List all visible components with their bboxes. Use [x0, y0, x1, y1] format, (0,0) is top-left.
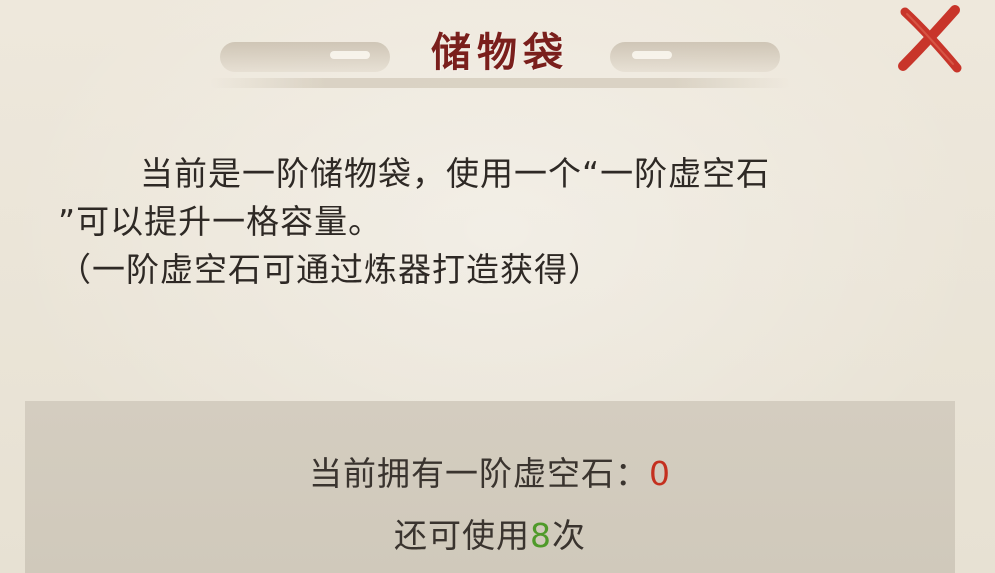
owned-stone-count: 0 [649, 454, 671, 493]
info-box: 当前拥有一阶虚空石：0 还可使用8次 [25, 401, 955, 573]
title-bar: 储物袋 [210, 28, 790, 90]
close-button[interactable] [895, 4, 965, 74]
description-line-1: 当前是一阶储物袋，使用一个“一阶虚空石 [140, 154, 771, 193]
dialog-title: 储物袋 [431, 29, 569, 76]
remaining-uses-line: 还可使用8次 [25, 509, 955, 557]
remaining-uses-prefix: 还可使用 [394, 516, 530, 555]
owned-stone-line: 当前拥有一阶虚空石：0 [25, 447, 955, 495]
remaining-uses-count: 8 [530, 516, 552, 555]
description-line-2: ”可以提升一格容量。 [58, 202, 383, 241]
owned-stone-label: 当前拥有一阶虚空石： [309, 454, 649, 493]
title-underline [210, 78, 790, 88]
description-text: 当前是一阶储物袋，使用一个“一阶虚空石 ”可以提升一格容量。 （一阶虚空石可通过… [58, 150, 938, 294]
close-x-icon [898, 5, 962, 73]
description-line-3: （一阶虚空石可通过炼器打造获得） [58, 250, 602, 289]
storage-bag-dialog: 储物袋 当前是一阶储物袋，使用一个“一阶虚空石 ”可以提升一格容量。 （一阶虚空… [0, 0, 995, 573]
remaining-uses-suffix: 次 [552, 516, 586, 555]
